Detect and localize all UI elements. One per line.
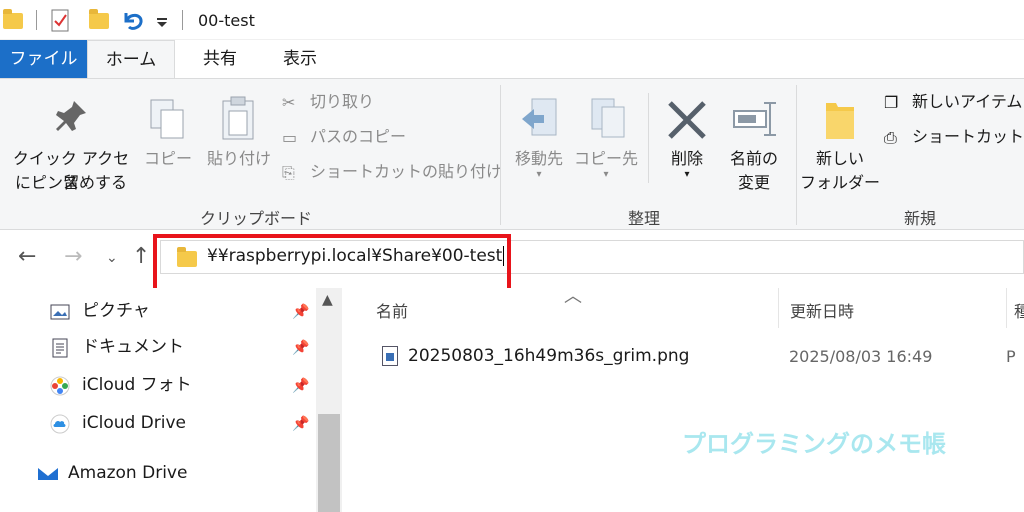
- scrollbar-thumb[interactable]: [318, 414, 340, 512]
- pin-icon[interactable]: 📌: [292, 304, 309, 320]
- organize-group-label: 整理: [628, 209, 661, 228]
- scroll-up-arrow-icon[interactable]: ▲: [322, 292, 333, 308]
- new-folder-button[interactable]: 新しい フォルダー: [800, 93, 880, 197]
- cut-label: 切り取り: [310, 92, 375, 111]
- copy-to-icon: [591, 98, 625, 138]
- undo-icon[interactable]: [120, 9, 146, 33]
- new-item-label: 新しいアイテム: [912, 92, 1023, 111]
- copy-to-button[interactable]: コピー先 ▾: [574, 93, 638, 183]
- pin-to-quick-access-button[interactable]: クイック アクセス にピン留めする: [6, 99, 136, 199]
- copy-button[interactable]: コピー: [142, 93, 194, 173]
- pictures-icon: [50, 304, 70, 320]
- file-modified: 2025/08/03 16:49: [789, 347, 933, 366]
- move-to-icon: [522, 98, 557, 136]
- rename-label-line2: 変更: [737, 173, 770, 192]
- back-arrow-icon[interactable]: ←: [18, 244, 36, 269]
- rename-button[interactable]: 名前の 変更: [722, 93, 786, 193]
- pin-label-line2: にピン留めする: [14, 173, 127, 192]
- highlight-box: [153, 234, 511, 293]
- column-separator[interactable]: [1006, 288, 1007, 328]
- copy-icon: [150, 99, 184, 139]
- delete-x-icon: [668, 101, 706, 139]
- title-bar: 00-test: [0, 0, 1024, 40]
- icloud-drive-icon: [50, 414, 70, 434]
- pin-icon[interactable]: 📌: [292, 340, 309, 356]
- delete-button[interactable]: 削除 ▾: [654, 93, 720, 183]
- qat-separator: [182, 10, 183, 30]
- tab-home[interactable]: ホーム: [87, 40, 175, 78]
- new-folder-label-line1: 新しい: [815, 149, 864, 168]
- up-arrow-icon[interactable]: ↑: [132, 244, 150, 269]
- nav-item-label: Amazon Drive: [68, 463, 188, 483]
- copy-path-icon: ▭: [282, 127, 298, 147]
- nav-item-label: ドキュメント: [82, 337, 184, 357]
- forward-arrow-icon[interactable]: →: [64, 244, 82, 269]
- file-row[interactable]: 20250803_16h49m36s_grim.png 2025/08/03 1…: [342, 342, 1024, 372]
- column-header-modified[interactable]: 更新日時: [790, 298, 854, 322]
- rename-icon: [733, 102, 776, 136]
- file-type: P: [1006, 347, 1016, 366]
- shortcut-button[interactable]: ⎙ ショートカット ▾: [884, 124, 1024, 150]
- documents-icon: [52, 338, 68, 358]
- paste-icon: [222, 96, 254, 140]
- group-separator: [500, 85, 501, 225]
- navigation-pane: ピクチャ 📌 ドキュメント 📌 iCloud フォト 📌 iCloud Driv…: [0, 288, 342, 512]
- paste-shortcut-icon: ⎘: [282, 162, 295, 182]
- clipboard-group-label: クリップボード: [200, 209, 313, 228]
- paste-label: 貼り付け: [206, 149, 271, 168]
- column-header-type[interactable]: 種: [1014, 298, 1024, 322]
- recent-locations-chevron-icon[interactable]: ⌄: [106, 250, 118, 266]
- group-separator: [648, 93, 649, 183]
- group-separator: [796, 85, 797, 225]
- nav-item-label: ピクチャ: [82, 301, 150, 321]
- scissors-icon: ✂: [282, 92, 296, 112]
- file-name: 20250803_16h49m36s_grim.png: [408, 346, 690, 366]
- properties-icon[interactable]: [50, 9, 72, 33]
- shortcut-label: ショートカット ▾: [912, 127, 1024, 146]
- nav-pane-scrollbar[interactable]: ▲: [316, 288, 342, 512]
- copy-path-label: パスのコピー: [310, 127, 407, 146]
- rename-label-line1: 名前の: [729, 149, 778, 168]
- new-item-icon: ❐: [884, 92, 899, 112]
- paste-shortcut-button[interactable]: ⎘ ショートカットの貼り付け: [282, 159, 502, 185]
- folder-icon: [3, 9, 23, 29]
- paste-shortcut-label: ショートカットの貼り付け: [310, 162, 503, 181]
- new-item-button[interactable]: ❐ 新しいアイテム: [884, 89, 1022, 115]
- new-folder-icon: [826, 103, 854, 139]
- tab-share[interactable]: 共有: [190, 40, 250, 78]
- copy-path-button[interactable]: ▭ パスのコピー: [282, 124, 406, 150]
- amazon-drive-icon: [38, 468, 58, 480]
- copy-label: コピー: [143, 149, 192, 168]
- new-folder-label-line2: フォルダー: [800, 173, 881, 192]
- tab-view[interactable]: 表示: [270, 40, 330, 78]
- column-header-name[interactable]: 名前: [376, 298, 408, 322]
- icloud-photos-icon: [50, 376, 70, 396]
- pin-icon[interactable]: 📌: [292, 416, 309, 432]
- watermark: プログラミングのメモ帳: [682, 430, 946, 458]
- window-title: 00-test: [198, 11, 255, 30]
- column-separator[interactable]: [778, 288, 779, 328]
- nav-item-label: iCloud フォト: [82, 375, 192, 395]
- png-file-icon: [382, 346, 398, 366]
- nav-item-label: iCloud Drive: [82, 413, 187, 433]
- paste-button[interactable]: 貼り付け: [201, 93, 277, 173]
- delete-dropdown-icon: ▾: [684, 169, 690, 180]
- ribbon: クイック アクセス にピン留めする コピー 貼り付け ✂ 切り取り ▭ パスのコピー…: [0, 78, 1024, 230]
- pin-icon[interactable]: 📌: [292, 378, 309, 394]
- move-to-dropdown-icon: ▾: [536, 169, 542, 180]
- shortcut-icon: ⎙: [884, 127, 897, 147]
- new-group-label: 新規: [904, 209, 937, 228]
- sort-ascending-icon: ︿: [564, 286, 582, 307]
- move-to-button[interactable]: 移動先 ▾: [506, 93, 572, 183]
- ribbon-tabs: ファイル ホーム 共有 表示: [0, 40, 1024, 78]
- cut-button[interactable]: ✂ 切り取り: [282, 89, 374, 115]
- file-list: ︿ 名前 更新日時 種 20250803_16h49m36s_grim.png …: [342, 286, 1024, 512]
- tab-file[interactable]: ファイル: [0, 40, 87, 78]
- copy-to-dropdown-icon: ▾: [603, 169, 609, 180]
- customize-qat-icon[interactable]: [156, 9, 168, 33]
- pin-icon: [56, 101, 86, 131]
- new-folder-qat-icon[interactable]: [89, 9, 109, 29]
- qat-separator: [36, 10, 37, 30]
